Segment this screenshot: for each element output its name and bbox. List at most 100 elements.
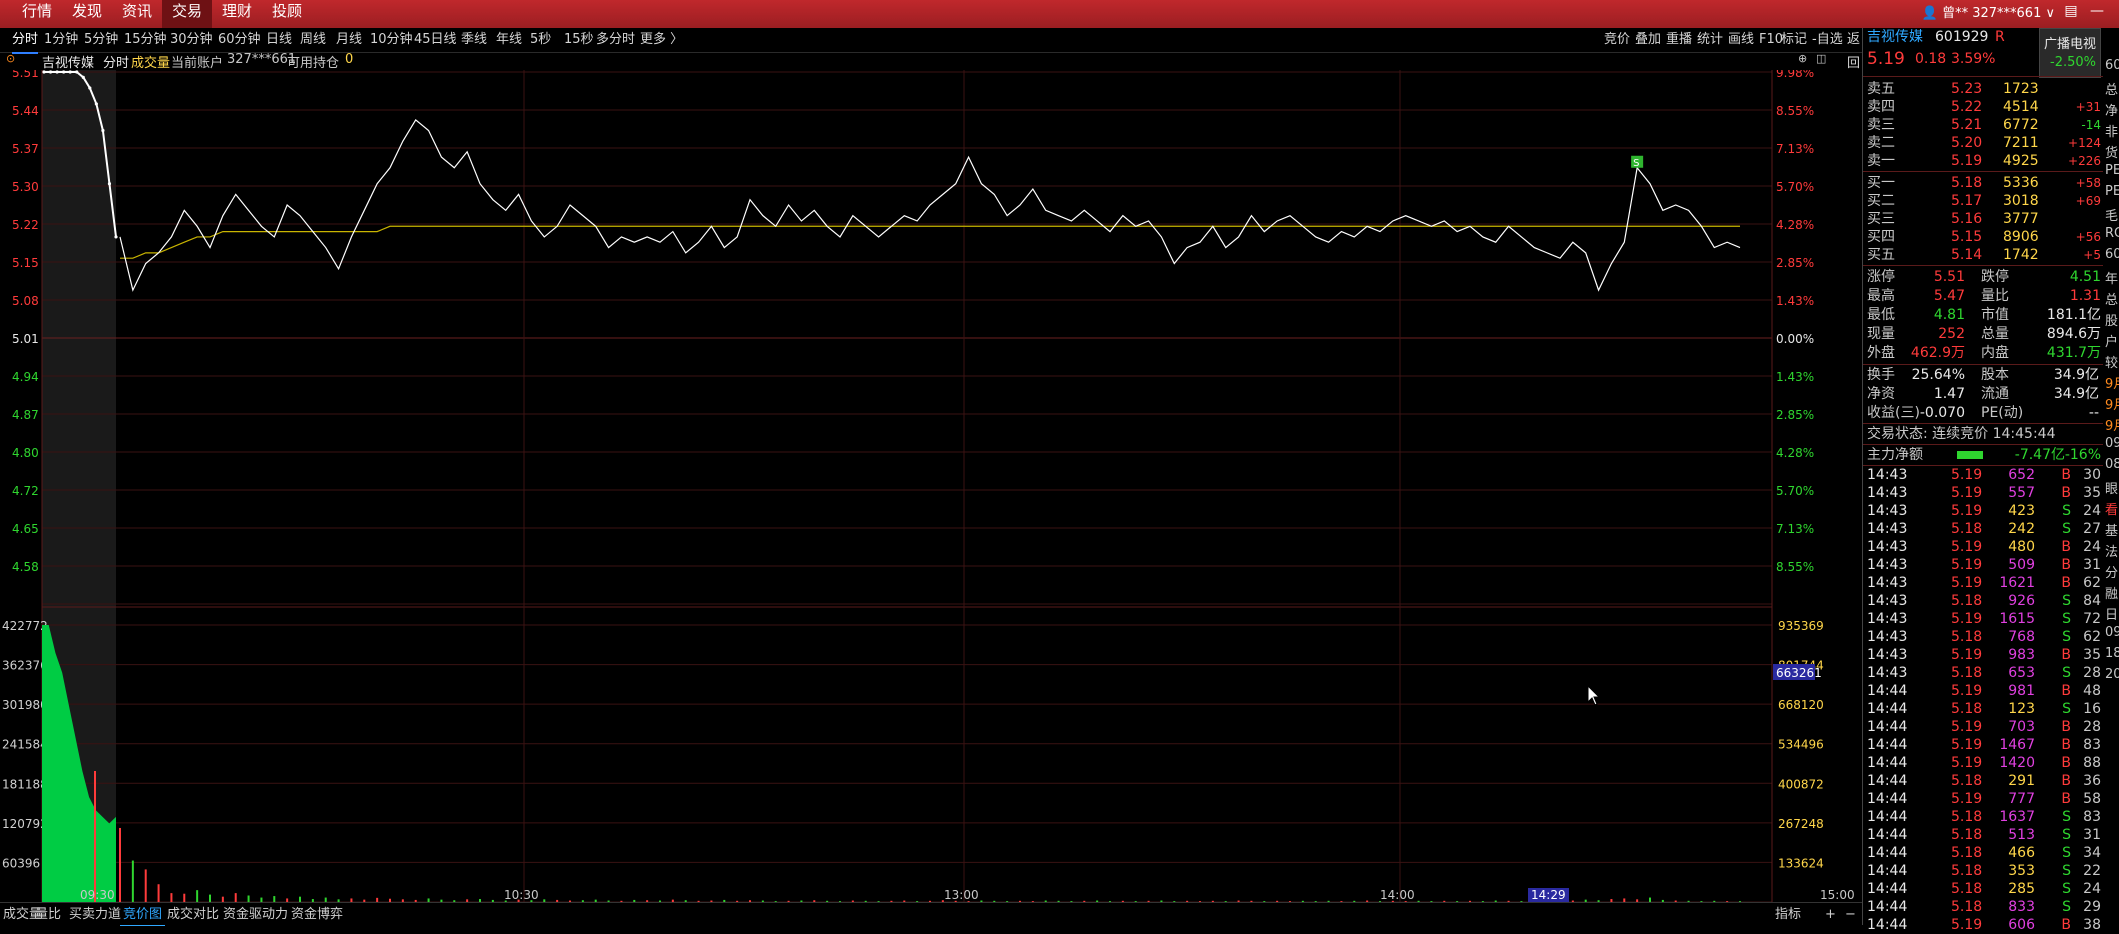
tick-count: 24 [2083,881,2101,897]
expand-icon[interactable]: ⊕ [1798,52,1807,65]
time-tick: 14:00 [1380,888,1415,902]
volume-tick-left: 60396 [2,856,40,870]
volume-tick-left: 301980 [2,698,48,712]
side-info-item: 户 [2105,335,2119,350]
chart-tool-0[interactable]: 竞价 [1604,28,1630,52]
period-7[interactable]: 周线 [300,28,326,52]
ask-change: -14 [2081,118,2101,132]
user-account[interactable]: 👤 曾** 327***661 ∨ [1922,2,2055,21]
minimize-icon[interactable]: — [2086,0,2108,22]
tick-volume: 1637 [1999,809,2035,825]
bid-change: +69 [2075,194,2101,208]
indicator-tab-6[interactable]: 资金博弈 [288,905,346,925]
period-1[interactable]: 1分钟 [44,28,78,52]
bid-volume: 3018 [2003,193,2039,209]
period-3[interactable]: 15分钟 [124,28,167,52]
chart-tool-1[interactable]: 叠加 [1635,28,1661,52]
period-10[interactable]: 45日线 [414,28,457,52]
indicator-tab-5[interactable]: 资金驱动力 [220,905,291,925]
tick-price: 5.19 [1951,611,1983,627]
menu-icon[interactable]: ▤ [2060,0,2082,22]
indicator-tab-4[interactable]: 成交对比 [164,905,222,925]
tick-row: 14:44 5.19 1467 B 83 [1863,736,2103,754]
volume-tick-right: 133624 [1778,856,1824,870]
tick-price: 5.18 [1951,701,1983,717]
top-tab-4[interactable]: 理财 [212,0,262,28]
stat-label: PE(动) [1981,405,2024,421]
settings-icon[interactable]: ⊙ [6,52,15,65]
side-info-item: 基 [2105,524,2119,539]
period-16[interactable]: 更多 〉 [640,28,683,52]
indicator-tab-3[interactable]: 竞价图 [120,905,166,926]
chart-tool-2[interactable]: 重播 [1666,28,1692,52]
ask-label: 卖一 [1867,153,1895,169]
chart-tool-5[interactable]: F10 [1759,28,1783,52]
stat-value: 1.31 [2069,288,2101,304]
volume-label[interactable]: 成交量 [131,52,170,71]
period-8[interactable]: 月线 [336,28,362,52]
volume-tick-right: 668120 [1778,698,1824,712]
time-tick: 15:00 [1820,888,1855,902]
indicator-control-0[interactable]: 指标 [1772,905,1804,925]
top-tab-5[interactable]: 投顾 [262,0,312,28]
pct-tick-right: 2.85% [1776,408,1814,422]
stat-value: 462.9万 [1910,345,1965,361]
period-6[interactable]: 日线 [266,28,292,52]
chart-tool-6[interactable]: 标记 [1781,28,1807,52]
price-tick-left: 5.44 [12,104,39,118]
period-2[interactable]: 5分钟 [84,28,118,52]
chart-tool-3[interactable]: 统计 [1697,28,1723,52]
period-13[interactable]: 5秒 [530,28,551,52]
pct-tick-right: 8.55% [1776,560,1814,574]
top-tab-3[interactable]: 交易 [162,0,213,28]
chart-tool-4[interactable]: 画线 [1728,28,1754,52]
period-11[interactable]: 季线 [461,28,487,52]
period-14[interactable]: 15秒 [564,28,594,52]
divider [1863,444,2103,445]
bid-volume: 3777 [2003,211,2039,227]
tick-volume: 926 [2008,593,2035,609]
tick-price: 5.19 [1951,755,1983,771]
ask-volume: 1723 [2003,81,2039,97]
auction-price-point [88,86,92,90]
tick-count: 24 [2083,503,2101,519]
stock-name: 吉视传媒 [1867,29,1923,45]
indicator-control-1[interactable]: + [1822,905,1839,925]
period-0[interactable]: 分时 [12,28,39,54]
indicator-control-2[interactable]: − [1842,905,1859,925]
period-5[interactable]: 60分钟 [218,28,261,52]
tick-price: 5.19 [1951,719,1983,735]
ask-volume: 6772 [2003,117,2039,133]
chart-tool-8[interactable]: 返回 [1847,28,1862,71]
tick-time: 14:43 [1867,629,1908,645]
indicator-tab-2[interactable]: 买卖力道 [66,905,124,925]
indicator-tab-1[interactable]: 量比 [32,905,64,925]
price-tick-left: 5.08 [12,294,39,308]
ask-price: 5.20 [1951,135,1983,151]
top-tab-0[interactable]: 行情 [12,0,62,28]
bid-label: 买一 [1867,175,1895,191]
tick-row: 14:44 5.19 703 B 28 [1863,718,2103,736]
side-info-item: PE [2105,163,2119,178]
bid-price: 5.14 [1951,247,1983,263]
side-info-item: 分 [2105,566,2119,581]
auction-price-point [48,70,53,74]
auction-price-point [62,70,66,74]
tick-side: B [2061,575,2071,591]
volume-tick-left: 120792 [2,817,48,831]
period-15[interactable]: 多分时 [596,28,635,52]
top-tab-1[interactable]: 发现 [62,0,112,28]
layout-icon[interactable]: ◫ [1816,52,1826,65]
period-4[interactable]: 30分钟 [170,28,213,52]
stat-label: 现量 [1867,326,1895,342]
intraday-chart[interactable]: 5.51 5.44 5.37 5.30 5.22 5.15 5.08 5.01 4.94 4.87… [0,70,1862,902]
top-tab-2[interactable]: 资讯 [112,0,162,28]
chart-tool-7[interactable]: -自选 [1812,28,1843,52]
tick-volume: 466 [2008,845,2035,861]
period-12[interactable]: 年线 [496,28,522,52]
volume-cursor-value: 663261 [1776,666,1822,680]
period-9[interactable]: 10分钟 [370,28,413,52]
pct-tick-right: 0.00% [1776,332,1814,346]
tick-row: 14:44 5.19 981 B 48 [1863,682,2103,700]
tick-volume: 557 [2008,485,2035,501]
